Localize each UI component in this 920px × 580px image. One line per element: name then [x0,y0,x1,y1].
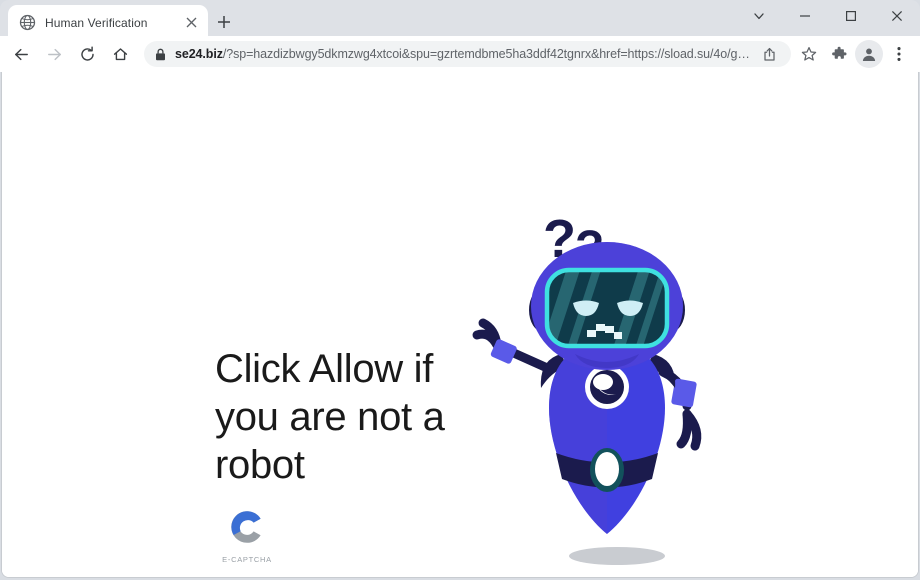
home-button[interactable] [106,40,134,68]
e-captcha-badge[interactable]: E-CAPTCHA [215,508,279,564]
tab-strip: Human Verification [0,0,920,40]
tab-human-verification[interactable]: Human Verification [8,5,208,40]
url-domain: se24.biz [175,47,223,61]
browser-chrome: Human Verification se24.biz/?sp=hazdizbw… [0,0,920,72]
captcha-c-logo-icon [228,508,266,551]
robot-chest-light [585,365,629,409]
robot-left-arm [472,318,550,372]
tab-search-button[interactable] [736,0,782,32]
extensions-puzzle-icon[interactable] [825,40,853,68]
new-tab-button[interactable] [213,11,235,33]
captcha-page: Click Allow if you are not a robot E-CAP… [2,72,918,577]
minimize-button[interactable] [782,0,828,32]
captcha-label: E-CAPTCHA [222,555,272,564]
reload-button[interactable] [73,40,101,68]
robot-shadow [569,547,665,565]
forward-button[interactable] [40,40,68,68]
page-headline: Click Allow if you are not a robot [215,346,445,487]
robot-right-arm [658,367,702,451]
maximize-button[interactable] [828,0,874,32]
tab-close-icon[interactable] [182,14,200,32]
page-viewport: Click Allow if you are not a robot E-CAP… [1,72,919,578]
url-text: se24.biz/?sp=hazdizbwgy5dkmzwg4xtcoi&spu… [175,47,755,61]
window-controls [736,0,920,36]
profile-avatar-icon[interactable] [855,40,883,68]
share-icon[interactable] [757,42,781,66]
globe-icon [19,14,36,31]
bookmark-star-icon[interactable] [795,40,823,68]
close-button[interactable] [874,0,920,32]
url-path: /?sp=hazdizbwgy5dkmzwg4xtcoi&spu=gzrtemd… [222,47,755,61]
back-button[interactable] [7,40,35,68]
address-bar[interactable]: se24.biz/?sp=hazdizbwgy5dkmzwg4xtcoi&spu… [144,41,791,67]
tab-title: Human Verification [45,15,148,30]
browser-window: Human Verification se24.biz/?sp=hazdizbw… [0,0,920,580]
confused-robot-illustration: ? ? [457,202,747,577]
browser-toolbar: se24.biz/?sp=hazdizbwgy5dkmzwg4xtcoi&spu… [0,36,920,72]
lock-icon [155,48,166,61]
three-dot-menu-icon[interactable] [885,40,913,68]
